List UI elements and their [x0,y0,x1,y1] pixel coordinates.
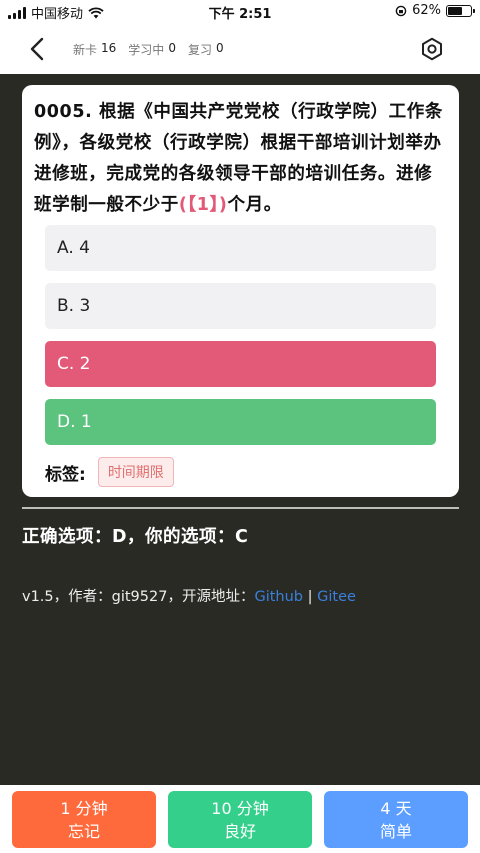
answer-result: 正确选项：D，你的选项：C [22,527,249,547]
footer-prefix: v1.5，作者：git9527，开源地址： [22,589,255,605]
good-button[interactable]: 10 分钟 良好 [168,791,312,848]
stat-review-label: 复习 [187,43,212,57]
rating-bar: 1 分钟 忘记 10 分钟 良好 4 天 简单 [0,785,480,853]
settings-button[interactable] [418,35,446,63]
question-card: 0005. 根据《中国共产党党校（行政学院）工作条例》，各级党校（行政学院）根据… [22,85,459,497]
footer-info: v1.5，作者：git9527，开源地址：Github | Gitee [22,585,356,606]
easy-interval: 4 天 [380,798,412,818]
stat-new-label: 新卡 [73,43,98,57]
footer-separator: | [303,589,318,605]
question-tail: 个月。 [227,195,282,215]
status-bar: 中国移动 下午 2:51 62% [0,0,480,24]
forget-interval: 1 分钟 [60,798,108,818]
rotation-lock-icon [395,5,407,16]
stat-learning-label: 学习中 [128,43,165,57]
back-button[interactable] [24,36,50,62]
good-label: 良好 [223,821,256,841]
battery-fill [448,6,462,15]
easy-label: 简单 [379,821,412,841]
github-link[interactable]: Github [254,589,303,605]
status-right: 62% [395,3,475,18]
option-a[interactable]: A. 4 [45,225,436,271]
gitee-link[interactable]: Gitee [317,589,356,605]
tags-row: 标签: 时间期限 [45,457,174,487]
option-c-selected-wrong[interactable]: C. 2 [45,341,436,387]
stat-new: 新卡 16 [73,41,116,58]
stat-learning: 学习中 0 [128,41,176,58]
tags-label: 标签: [45,464,86,485]
settings-hexagon-icon [422,37,442,61]
battery-percent: 62% [412,3,441,18]
stat-new-count: 16 [101,41,117,55]
good-interval: 10 分钟 [211,798,269,818]
battery-icon [446,4,475,17]
forget-label: 忘记 [67,821,100,841]
tag-badge[interactable]: 时间期限 [97,457,174,487]
question-blank: (【1】) [178,195,228,215]
easy-button[interactable]: 4 天 简单 [324,791,468,848]
stat-learning-count: 0 [168,41,176,55]
stat-review-count: 0 [215,41,224,55]
option-b[interactable]: B. 3 [45,283,436,329]
nav-bar: 新卡 16 学习中 0 复习 0 [0,24,480,74]
question-text: 0005. 根据《中国共产党党校（行政学院）工作条例》，各级党校（行政学院）根据… [34,97,446,221]
study-stats: 新卡 16 学习中 0 复习 0 [73,41,224,58]
forget-button[interactable]: 1 分钟 忘记 [12,791,156,848]
chevron-left-icon [30,37,44,61]
divider [22,507,459,509]
stat-review: 复习 0 [188,41,224,58]
option-d-correct[interactable]: D. 1 [45,399,436,445]
